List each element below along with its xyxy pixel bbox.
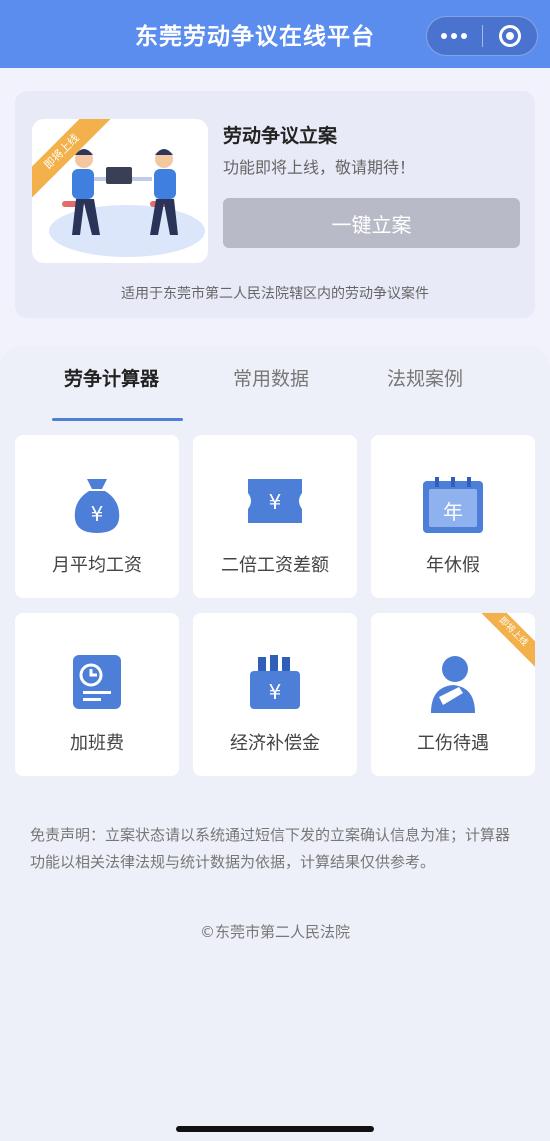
mini-program-capsule bbox=[426, 16, 538, 56]
svg-text:¥: ¥ bbox=[91, 502, 104, 526]
wallet-yen-icon: ¥ bbox=[250, 655, 300, 709]
tab-calculator[interactable]: 劳争计算器 bbox=[64, 364, 159, 391]
svg-text:¥: ¥ bbox=[269, 490, 282, 514]
tile-work-injury-benefits[interactable]: 即将上线 工伤待遇 bbox=[371, 613, 535, 776]
svg-text:¥: ¥ bbox=[269, 680, 282, 704]
negotiation-illustration: 即将上线 bbox=[32, 119, 208, 263]
home-indicator bbox=[176, 1126, 374, 1132]
close-icon[interactable] bbox=[482, 17, 537, 55]
calendar-year-icon: 年 bbox=[423, 477, 483, 533]
tile-label: 月平均工资 bbox=[52, 555, 142, 576]
tab-common-data[interactable]: 常用数据 bbox=[233, 364, 309, 391]
tile-label: 加班费 bbox=[70, 733, 124, 754]
more-menu-icon[interactable] bbox=[427, 17, 482, 55]
tile-label: 工伤待遇 bbox=[417, 733, 489, 754]
coming-soon-badge: 即将上线 bbox=[472, 613, 535, 673]
filing-subtitle: 功能即将上线，敬请期待！ bbox=[223, 158, 416, 177]
svg-text:年: 年 bbox=[443, 500, 463, 524]
one-click-filing-button[interactable]: 一键立案 bbox=[223, 198, 520, 248]
tab-laws-cases[interactable]: 法规案例 bbox=[387, 364, 463, 391]
tile-annual-leave[interactable]: 年 年休假 bbox=[371, 435, 535, 598]
header-bar: 东莞劳动争议在线平台 bbox=[0, 0, 550, 68]
ticket-yen-icon: ¥ bbox=[248, 479, 302, 523]
clock-document-icon bbox=[73, 655, 121, 709]
copyright-text: ©东莞市第二人民法院 bbox=[199, 923, 350, 941]
tile-economic-compensation[interactable]: ¥ 经济补偿金 bbox=[193, 613, 357, 776]
tab-bar: 劳争计算器 常用数据 法规案例 bbox=[0, 364, 550, 421]
filing-card: 即将上线 劳动争议立案 功能即将上线，敬请期待！ 一键立案 适用于东莞市第二人民… bbox=[15, 91, 535, 318]
tile-label: 二倍工资差额 bbox=[221, 555, 329, 576]
tile-double-wage-difference[interactable]: ¥ 二倍工资差额 bbox=[193, 435, 357, 598]
tile-label: 年休假 bbox=[426, 555, 480, 576]
injured-person-icon bbox=[431, 656, 475, 713]
tile-monthly-average-wage[interactable]: ¥ 月平均工资 bbox=[15, 435, 179, 598]
tile-label: 经济补偿金 bbox=[230, 733, 320, 754]
tile-overtime-pay[interactable]: 加班费 bbox=[15, 613, 179, 776]
page-title: 东莞劳动争议在线平台 bbox=[135, 24, 375, 50]
filing-title: 劳动争议立案 bbox=[223, 125, 338, 147]
money-bag-icon: ¥ bbox=[74, 479, 120, 533]
disclaimer-text: 免责声明：立案状态请以系统通过短信下发的立案确认信息为准；计算器功能以相关法律法… bbox=[30, 826, 511, 871]
filing-scope-note: 适用于东莞市第二人民法院辖区内的劳动争议案件 bbox=[121, 286, 429, 302]
active-tab-indicator bbox=[52, 418, 183, 421]
